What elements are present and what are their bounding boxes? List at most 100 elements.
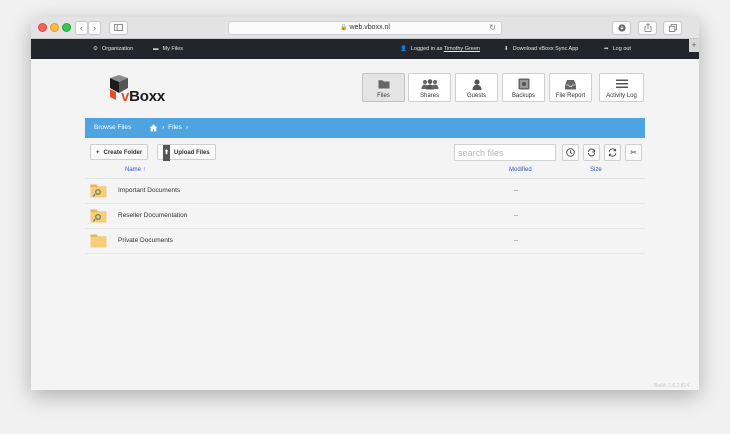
share-icon [644,23,651,32]
tabs-icon [668,24,677,32]
file-name[interactable]: Important Documents [118,179,180,203]
file-name[interactable]: Reseller Documentation [118,204,187,228]
nav-activity-log-label: Activity Log [606,93,637,99]
file-modified: -- [514,212,519,219]
table-row[interactable]: Private Documents -- [85,229,645,254]
nav-files-button[interactable]: Files [362,73,405,102]
sidebar-toggle-button[interactable] [109,21,128,35]
nav-file-report-button[interactable]: File Report [549,73,592,102]
logged-in-info: 👤 Logged in as Timothy Green [400,39,480,59]
upload-files-button[interactable]: ⬆ Upload Files [157,144,216,161]
user-name-link[interactable]: Timothy Green [444,46,480,52]
gear-icon: ⚙ [93,46,98,52]
nav-guests-label: Guests [466,93,486,99]
inbox-icon [565,79,576,89]
organization-link[interactable]: ⚙ Organization [93,39,133,59]
logout-label: Log out [612,46,631,52]
recent-files-button[interactable] [562,144,579,161]
file-modified: -- [514,237,519,244]
share-button[interactable] [638,21,657,35]
url-text: web.vboxx.nl [349,24,390,31]
user-icon: 👤 [400,46,407,52]
shared-folder-icon [90,209,107,223]
logo-text: vBoxx [121,88,166,105]
nav-guests-button[interactable]: Guests [455,73,498,102]
file-name[interactable]: Private Documents [118,229,173,253]
breadcrumb-files-link[interactable]: Files [168,118,182,138]
nav-backups-button[interactable]: Backups [502,73,545,102]
table-header: Name ↑ Modified Size [85,164,645,179]
chevron-right-icon: › [93,23,96,33]
restore-button[interactable] [583,144,600,161]
nav-activity-log-button[interactable]: Activity Log [599,73,644,102]
download-label: Download vBoxx Sync App [512,46,579,52]
zoom-window-button[interactable] [62,23,71,32]
recycle-icon [588,148,595,157]
folder-icon: ▬ [153,46,159,52]
file-modified: -- [514,187,519,194]
nav-file-report-label: File Report [555,93,586,99]
chevron-left-icon: ‹ [80,23,83,33]
scissors-icon: ✂ [630,148,637,157]
home-icon[interactable] [149,124,158,132]
logged-in-prefix: Logged in as [410,46,443,52]
chevron-right-icon: › [185,124,189,131]
organization-label: Organization [101,46,134,52]
user-icon [472,78,481,90]
forward-button[interactable]: › [88,21,101,35]
upload-icon: ⬆ [163,145,171,161]
name-column-header[interactable]: Name ↑ [125,167,146,173]
modified-column-header[interactable]: Modified [509,167,532,173]
download-icon: ⬇ [504,46,509,52]
search-files-input[interactable] [454,144,556,161]
nav-shares-button[interactable]: Shares [408,73,451,102]
refresh-icon [608,148,617,157]
nav-backups-label: Backups [511,93,535,99]
reload-icon[interactable]: ↻ [489,22,496,34]
breadcrumb: › Files › [149,118,188,138]
minimize-window-button[interactable] [50,23,59,32]
download-icon [617,24,626,32]
file-table: Name ↑ Modified Size Important Documents… [85,164,645,254]
folder-icon [90,234,107,248]
create-folder-button[interactable]: + Create Folder [90,144,149,160]
lock-icon: 🔒 [340,25,348,31]
create-folder-label: Create Folder [103,150,143,156]
table-row[interactable]: Important Documents -- [85,179,645,204]
cut-button[interactable]: ✂ [625,144,642,161]
browser-window: ‹ › 🔒 web.vboxx.nl ↻ ⚙ Organization ▬ My Fi… [31,17,699,390]
downloads-button[interactable] [612,21,631,35]
shared-folder-icon [90,184,107,198]
chevron-right-icon: › [162,124,165,131]
plus-icon: + [691,40,697,50]
logout-icon: ➦ [604,46,609,52]
users-icon [421,78,438,89]
list-icon [615,79,628,88]
nav-files-label: Files [377,93,390,99]
my-files-link[interactable]: ▬ My Files [153,39,183,59]
back-button[interactable]: ‹ [75,21,88,35]
build-version: Build: 2.6.2.814 [654,383,689,389]
download-sync-app-link[interactable]: ⬇ Download vBoxx Sync App [504,39,578,59]
close-window-button[interactable] [38,23,47,32]
logout-link[interactable]: ➦ Log out [604,39,631,59]
my-files-label: My Files [162,46,183,52]
folder-icon [378,80,389,89]
app-top-nav: ⚙ Organization ▬ My Files 👤 Logged in as Ti… [31,39,699,59]
size-column-header[interactable]: Size [590,167,602,173]
nav-shares-label: Shares [419,93,439,99]
upload-files-label: Upload Files [174,150,210,156]
table-row[interactable]: Reseller Documentation -- [85,204,645,229]
clock-icon [566,148,575,157]
tabs-button[interactable] [663,21,682,35]
safe-icon [518,78,529,90]
plus-icon: + [96,150,100,156]
refresh-button[interactable] [604,144,621,161]
browser-toolbar: ‹ › 🔒 web.vboxx.nl ↻ [31,17,699,39]
new-tab-button[interactable]: + [689,39,699,52]
address-bar[interactable]: 🔒 web.vboxx.nl ↻ [228,21,502,35]
vboxx-logo[interactable]: vBoxx [108,75,178,107]
sidebar-icon [114,24,123,31]
browse-files-title: Browse Files [94,124,132,131]
browse-files-bar: Browse Files › Files › [85,118,645,138]
